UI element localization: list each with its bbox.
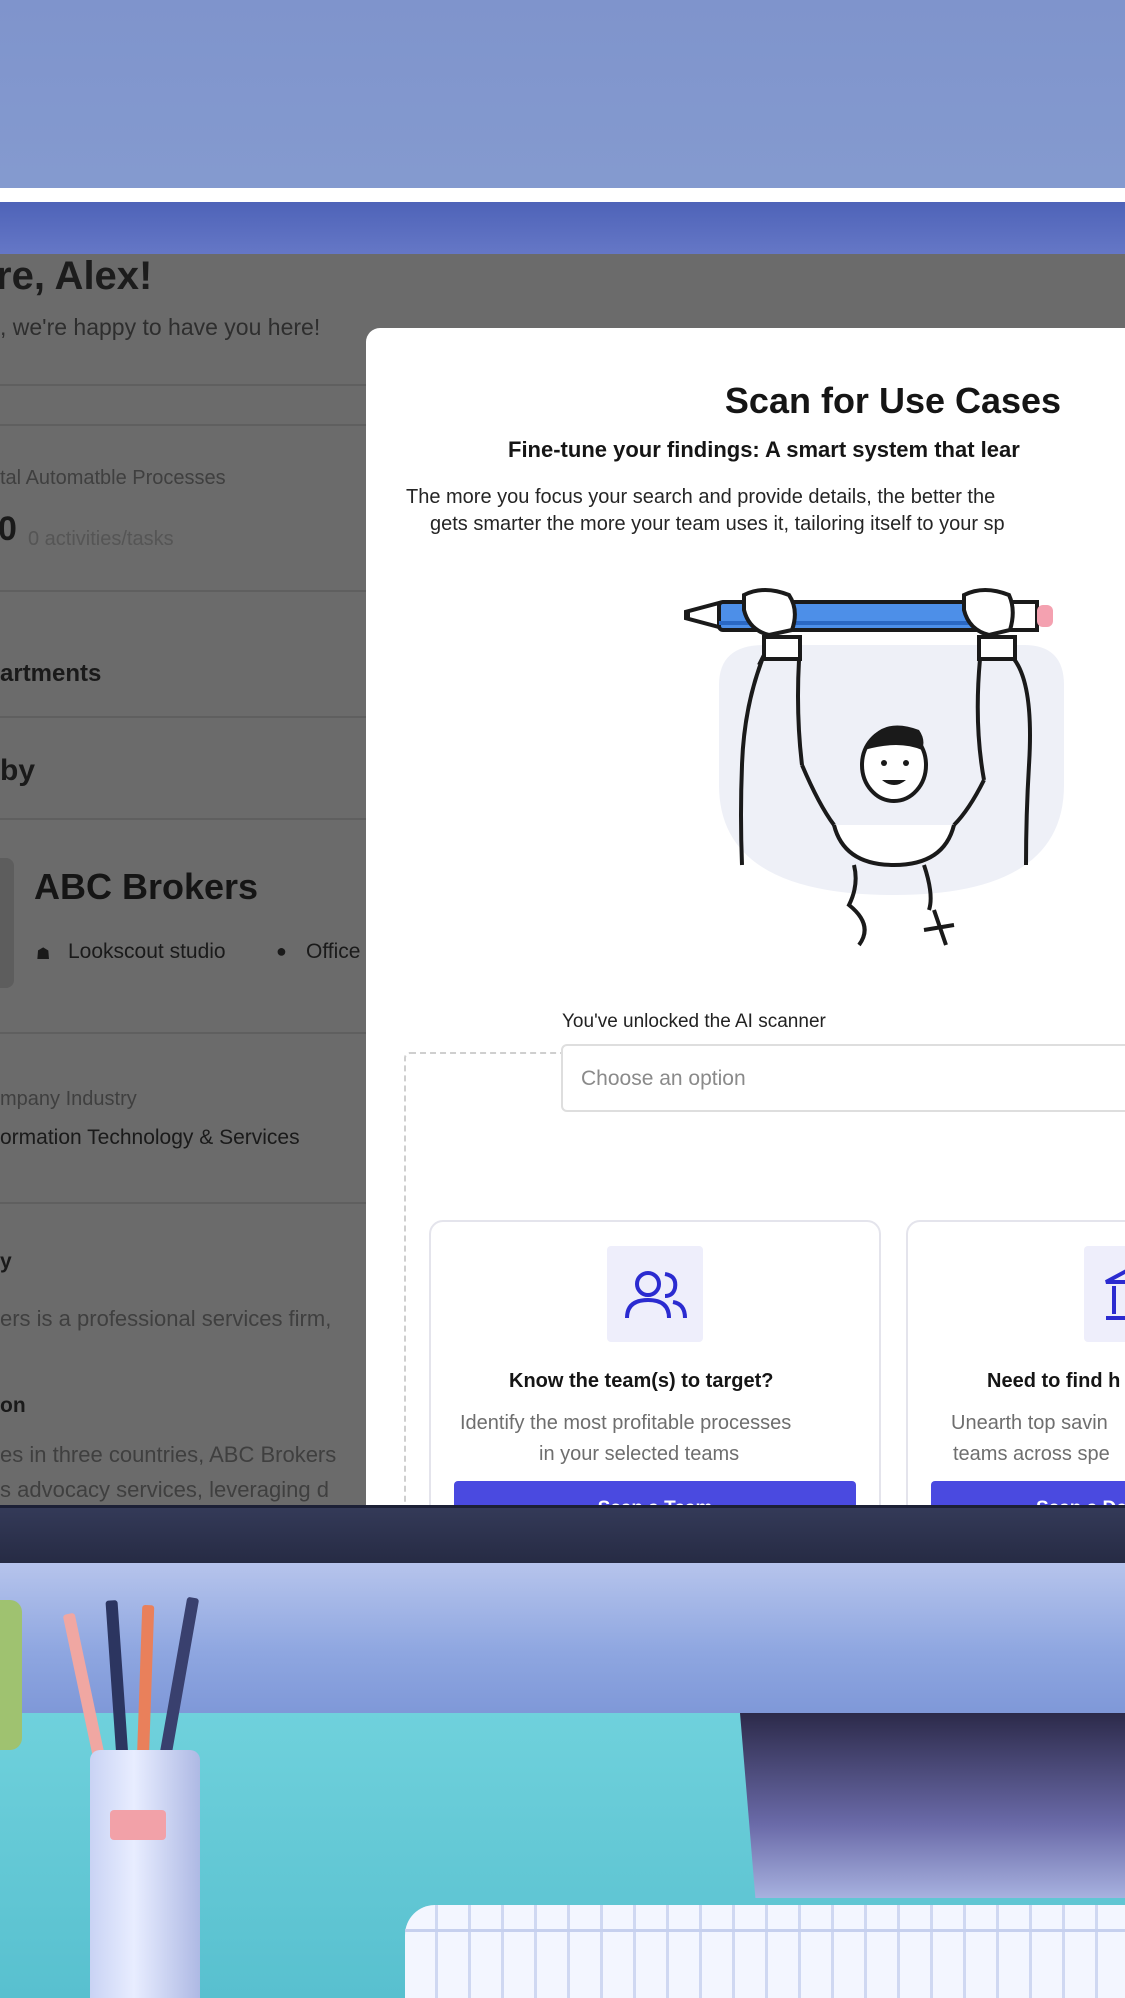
card-text: Unearth top savin [951,1412,1108,1434]
select-placeholder: Choose an option [581,1067,746,1090]
monitor-frame [0,202,1125,254]
scanner-label: You've unlocked the AI scanner [562,1011,826,1032]
description-line: The more you focus your search and provi… [406,486,996,508]
pencil-figure-illustration [684,588,1064,947]
company-location: Lookscout studio [68,940,226,963]
scan-option-select[interactable]: Choose an option [561,1044,1125,1112]
card-text: Identify the most profitable processes [460,1412,792,1434]
card-title: Need to find h [987,1370,1121,1392]
divider [0,818,367,820]
company-name: ABC Brokers [34,866,259,907]
description-line: gets smarter the more your team uses it,… [430,513,1005,535]
location-pin-icon: ● [276,941,287,961]
stat-label: tal Automatble Processes [0,467,226,489]
card-text: in your selected teams [539,1443,740,1465]
scan-department-button[interactable]: Scan a De [931,1481,1125,1505]
scan-department-card: Need to find h Unearth top savin teams a… [906,1220,1125,1505]
modal-description: The more you focus your search and provi… [406,484,1125,538]
divider [0,716,367,718]
monitor-bezel-top [0,188,1125,202]
building-icon [1084,1246,1125,1342]
scan-team-card: Know the team(s) to target? Identify the… [429,1220,881,1505]
app-screen: re, Alex! , we're happy to have you here… [0,254,1125,1505]
monitor-bezel-bottom [0,1505,1125,1563]
section-heading[interactable]: by [0,754,35,788]
mission-label: on [0,1394,26,1417]
greeting-title: re, Alex! [0,254,153,298]
card-title: Know the team(s) to target? [509,1370,774,1392]
scan-team-button[interactable]: Scan a Team [454,1481,856,1505]
stat-value: 0 [0,510,17,548]
pencil-cup [90,1750,200,1998]
industry-label: mpany Industry [0,1088,137,1110]
divider [0,1202,367,1204]
desk-wall [0,1563,1125,1713]
section-departments[interactable]: artments [0,660,101,688]
modal-title: Scan for Use Cases [724,380,1062,421]
scan-modal: Scan for Use Cases Fine-tune your findin… [366,328,1125,1505]
card-text: teams across spe [953,1443,1110,1465]
divider [0,384,367,386]
divider [0,1032,367,1034]
monitor-stand [740,1713,1125,1898]
greeting-subtitle: , we're happy to have you here! [0,314,321,340]
company-office: Office [306,940,361,963]
about-label: y [0,1250,12,1273]
home-icon: ☗ [36,946,51,963]
about-text: ers is a professional services firm, [0,1306,332,1331]
background-page: re, Alex! , we're happy to have you here… [0,254,367,1505]
divider [0,590,367,592]
plant-decoration [0,1600,22,1750]
modal-subtitle: Fine-tune your findings: A smart system … [508,437,1020,462]
divider [0,424,367,426]
company-logo [0,858,14,988]
keyboard [405,1905,1125,1998]
mission-text: s advocacy services, leveraging d [0,1477,329,1502]
users-icon [607,1246,703,1342]
mission-text: es in three countries, ABC Brokers [0,1442,337,1467]
industry-value: ormation Technology & Services [0,1126,300,1149]
stat-unit: 0 activities/tasks [28,528,174,550]
